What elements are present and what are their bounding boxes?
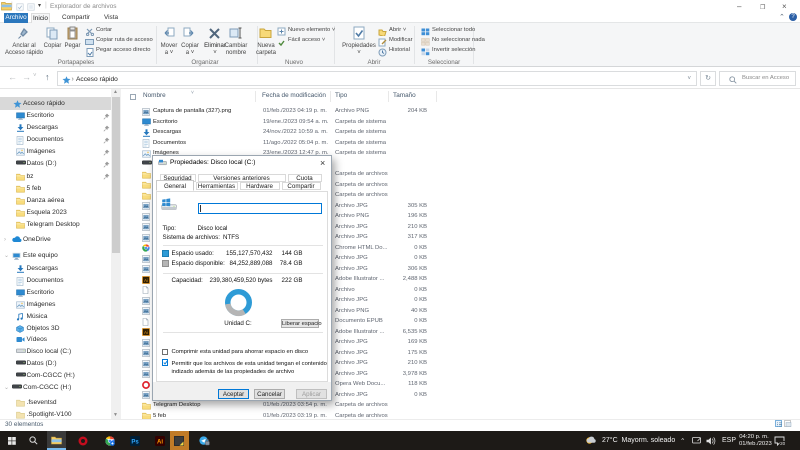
svg-text:Ai: Ai [144, 278, 148, 283]
svg-text:Ps: Ps [131, 440, 139, 446]
svg-text:20: 20 [780, 441, 786, 446]
svg-text:Ai: Ai [157, 440, 163, 446]
svg-text:Ai: Ai [144, 330, 148, 335]
